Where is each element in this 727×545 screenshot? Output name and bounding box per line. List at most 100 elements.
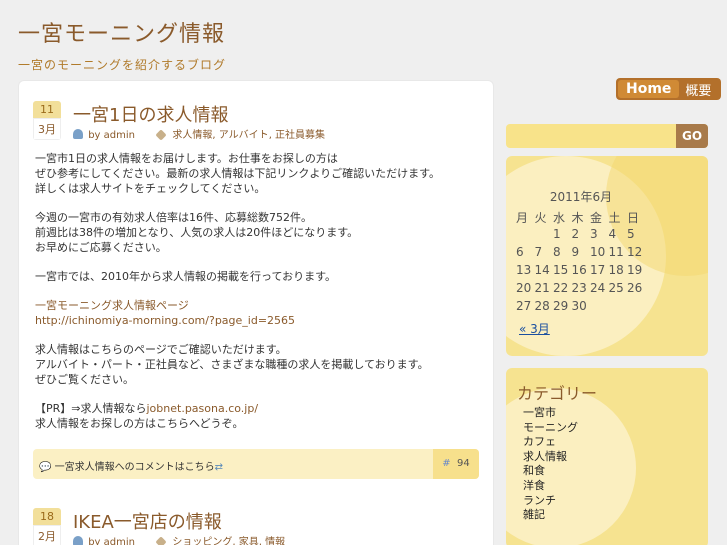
pr-text: 【PR】⇒求人情報なら [35,402,147,415]
category-item[interactable]: 洋食 [523,477,578,492]
post-text: 求人情報はこちらのページでご確認いただけます。 [35,343,287,356]
post-tag[interactable]: ショッピング [172,537,232,545]
category-item[interactable]: モーニング [523,419,578,434]
post-tag[interactable]: 求人情報 [172,130,212,141]
calendar-day: 23 [571,281,587,295]
calendar-day [609,299,628,317]
comment-text[interactable]: 一宮求人情報へのコメントはこちら [55,462,215,473]
post-date: 18 2月 [33,508,61,545]
calendar-widget: 2011年6月 月火水木金土日 1 2 3 4 5 6 7 8 9 10 11 12 13 14 15 16 1… [506,156,708,356]
calendar-day: 1 [553,227,561,241]
comment-icon: 💬 [39,462,52,473]
post-tag[interactable]: 情報 [265,537,285,545]
calendar-day [590,299,609,317]
category-item[interactable]: 一宮市 [523,404,578,419]
calendar-week-row: 12345 [516,227,646,245]
nav-item-about[interactable]: 概要 [681,80,721,99]
calendar-weekday: 金 [590,211,603,225]
post-date-month: 2月 [33,525,61,545]
categories-widget: カテゴリー 一宮市 モーニング カフェ 求人情報 和食 洋食 ランチ 雑記 [506,368,708,545]
author-icon [73,536,83,545]
post-link-label[interactable]: 一宮モーニング求人情報ページ [35,299,189,312]
calendar-day [535,227,554,245]
calendar-weekday: 月 [516,211,529,225]
category-item[interactable]: 求人情報 [523,448,578,463]
calendar-weekday: 日 [627,211,640,225]
calendar-day: 9 [571,245,580,259]
calendar-table: 2011年6月 月火水木金土日 1 2 3 4 5 6 7 8 9 10 11 12 13 14 15 16 1… [516,188,646,317]
post-text: 一宮市1日の求人情報をお届けします。お仕事をお探しの方は [35,152,338,165]
post-text: ぜひご覧ください。 [35,373,134,386]
post-date-day: 18 [33,508,61,525]
calendar-week-row: 20 21 22 23 24 25 26 [516,281,646,299]
calendar-weekday: 火 [534,211,547,225]
comment-count-value: 94 [457,458,470,469]
post-meta: by admin ショッピング, 家具, 情報 [73,533,285,545]
post-tag[interactable]: アルバイト [219,130,269,141]
post-text: 一宮市では、2010年から求人情報の掲載を行っております。 [35,270,337,283]
category-item[interactable]: 和食 [523,462,578,477]
comment-link[interactable]: 💬 一宮求人情報へのコメントはこちら⇄ [39,458,223,473]
calendar-weekday: 木 [571,211,584,225]
post-author: by admin [88,130,135,141]
post-text: お早めにご応募ください。 [35,241,167,254]
post-body: 一宮市1日の求人情報をお届けします。お仕事をお探しの方は ぜひ参考にしてください… [35,151,485,445]
calendar-prev-link[interactable]: « 3月 [519,320,550,337]
calendar-day: 5 [627,227,635,241]
site-title[interactable]: 一宮モーニング情報 [18,16,225,48]
calendar-weekday: 土 [608,211,621,225]
post-text: アルバイト・パート・正社員など、さまざまな職種の求人を掲載しております。 [35,358,429,371]
calendar-day: 29 [553,299,569,313]
calendar-day: 2 [571,227,580,241]
search-go-button[interactable]: GO [676,124,708,148]
main-content: 11 3月 一宮1日の求人情報 by admin 求人情報, アルバイト, 正社… [18,80,494,545]
pr-link[interactable]: jobnet.pasona.co.jp/ [147,402,259,415]
calendar-week-row: 27 28 29 30 [516,299,646,317]
hash-icon: # [442,458,451,469]
post-title[interactable]: 一宮1日の求人情報 [73,101,228,127]
calendar-day: 27 [516,299,532,313]
calendar-caption: 2011年6月 [549,190,613,204]
calendar-day: 8 [553,245,561,259]
calendar-day: 17 [590,263,606,277]
comment-bar: 💬 一宮求人情報へのコメントはこちら⇄ # 94 [33,449,479,479]
calendar-weekday: 水 [553,211,566,225]
post: 18 2月 IKEA一宮店の情報 by admin ショッピング, 家具, 情報 [33,506,479,545]
calendar-week-row: 6 7 8 9 10 11 12 [516,245,646,263]
post-meta: by admin 求人情報, アルバイト, 正社員募集 [73,126,325,141]
share-icon: ⇄ [214,462,224,473]
calendar-weeks: 1 2 3 4 5 6 7 8 9 10 11 12 13 14 1 5 16 17 18 19 20 21 22 23 24 2… [516,227,646,317]
tag-icon [155,536,167,545]
category-item[interactable]: カフェ [523,433,578,448]
category-item[interactable]: 雑記 [523,506,578,521]
post-text: 今週の一宮市の有効求人倍率は16件、応募総数752件。 [35,211,312,224]
site-description: 一宮のモーニングを紹介するブログ [18,58,227,72]
calendar-day: 26 [627,281,643,295]
calendar-day: 21 [534,281,550,295]
post-tag[interactable]: 正社員募集 [275,130,325,141]
calendar-day: 30 [571,299,587,313]
category-item[interactable]: ランチ [523,492,578,507]
calendar-day: 20 [516,281,532,295]
search-input[interactable] [510,127,670,145]
nav-home[interactable]: Home [618,80,680,98]
post-link-url[interactable]: http://ichinomiya-morning.com/?page_id=2… [35,314,295,327]
post-tag[interactable]: 家具 [239,537,259,545]
calendar-day: 7 [534,245,543,259]
calendar-weekdays: 月火水木金土日 [516,209,646,227]
calendar-day: 18 [608,263,624,277]
categories-title: カテゴリー [517,384,598,403]
post-text: 前週比は38件の増加となり、人気の求人は20件ほどになります。 [35,226,359,239]
post-text: 求人情報をお探しの方はこちらへどうぞ。 [35,417,244,430]
post-date-day: 11 [33,101,61,118]
calendar-day: 19 [627,263,643,277]
tag-icon [155,129,167,141]
calendar-day: 13 [516,263,532,277]
calendar-day: 14 [534,263,550,277]
comment-count: # 94 [433,449,479,479]
calendar-day: 24 [590,281,606,295]
post-title[interactable]: IKEA一宮店の情報 [73,508,222,534]
categories-list: 一宮市 モーニング カフェ 求人情報 和食 洋食 ランチ 雑記 [523,404,578,521]
calendar-day: 16 [571,263,587,277]
post-date: 11 3月 [33,101,61,140]
